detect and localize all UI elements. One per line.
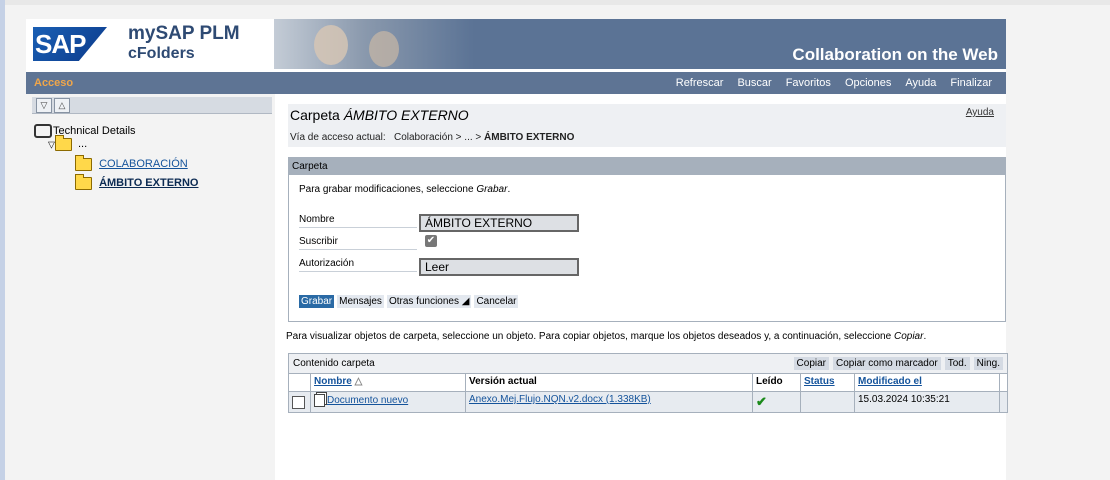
- collapse-all-icon[interactable]: △: [54, 98, 70, 113]
- tree-item-ambito-externo[interactable]: ÁMBITO EXTERNO: [75, 174, 198, 190]
- tree-panel: ▽ △ Technical Details ▽ ... COLABORACIÓN…: [26, 94, 275, 480]
- tree-parent[interactable]: ▽ ...: [48, 135, 88, 151]
- nombre-field[interactable]: ÁMBITO EXTERNO: [419, 214, 579, 232]
- binoculars-icon: [34, 124, 52, 138]
- view-instruction-text: Para visualizar objetos de carpeta, sele…: [286, 331, 894, 342]
- product-name: mySAP PLM: [128, 23, 240, 44]
- banner-photo: [274, 19, 474, 69]
- autorizacion-field[interactable]: Leer: [419, 258, 579, 276]
- select-none-button[interactable]: Ning.: [973, 357, 1003, 370]
- banner-tagline: Collaboration on the Web: [792, 45, 998, 64]
- table-row: Documento nuevo Anexo.Mej.Flujo.NQN.v2.d…: [289, 391, 1007, 412]
- help-link[interactable]: Ayuda: [966, 107, 994, 118]
- save-instruction: Para grabar modificaciones, seleccione G…: [299, 184, 511, 195]
- row-version-cell: Anexo.Mej.Flujo.NQN.v2.docx (1.338KB): [466, 392, 753, 412]
- mensajes-button[interactable]: Mensajes: [337, 295, 384, 308]
- nav-links: Refrescar Buscar Favoritos Opciones Ayud…: [676, 77, 992, 89]
- tree-item-colaboracion-link[interactable]: COLABORACIÓN: [99, 158, 188, 170]
- content-table-header: Contenido carpeta Copiar Copiar como mar…: [289, 354, 1007, 373]
- window-top-edge: [5, 0, 1110, 5]
- chevron-down-icon[interactable]: ▽: [48, 139, 55, 149]
- cfolders-page: SAP mySAP PLM cFolders Collaboration on …: [26, 19, 1008, 480]
- copiar-button[interactable]: Copiar: [793, 357, 830, 370]
- table-header-row: Nombre △ Versión actual Leído Status Mod…: [289, 373, 1007, 391]
- column-spacer: [1000, 374, 1007, 391]
- breadcrumb-label: Vía de acceso actual:: [290, 132, 386, 143]
- nav-favoritos[interactable]: Favoritos: [786, 77, 831, 89]
- carpeta-panel: Carpeta Para grabar modificaciones, sele…: [288, 157, 1006, 322]
- content-table-title: Contenido carpeta: [293, 358, 375, 369]
- read-check-icon: ✔: [756, 394, 767, 409]
- nav-bar: Acceso Refrescar Buscar Favoritos Opcion…: [26, 72, 1006, 94]
- nav-buscar[interactable]: Buscar: [737, 77, 771, 89]
- window-left-edge: [0, 0, 5, 480]
- sort-triangle-icon[interactable]: △: [355, 376, 363, 387]
- column-nombre-link[interactable]: Nombre: [314, 376, 352, 387]
- column-header-status[interactable]: Status: [801, 374, 855, 391]
- row-leido-cell: ✔: [753, 392, 801, 412]
- view-instruction: Para visualizar objetos de carpeta, sele…: [286, 331, 927, 342]
- breadcrumb: Vía de acceso actual: Colaboración > ...…: [290, 132, 574, 143]
- tree-root[interactable]: Technical Details: [34, 124, 136, 138]
- suscribir-label: Suscribir: [299, 236, 417, 250]
- breadcrumb-current: ÁMBITO EXTERNO: [484, 132, 575, 143]
- column-header-version: Versión actual: [466, 374, 753, 391]
- document-icon: [314, 394, 325, 407]
- page-title: Carpeta ÁMBITO EXTERNO: [290, 107, 469, 123]
- nav-finalizar[interactable]: Finalizar: [950, 77, 992, 89]
- grabar-button[interactable]: Grabar: [299, 295, 335, 308]
- row-nombre-cell: Documento nuevo: [311, 392, 466, 412]
- carpeta-panel-header: Carpeta: [289, 158, 1005, 175]
- column-header-modificado[interactable]: Modificado el: [855, 374, 1000, 391]
- copiar-marcador-button[interactable]: Copiar como marcador: [833, 357, 941, 370]
- nombre-label: Nombre: [299, 214, 417, 228]
- row-version-link[interactable]: Anexo.Mej.Flujo.NQN.v2.docx (1.338KB): [469, 394, 651, 405]
- tree-root-label: Technical Details: [53, 124, 136, 137]
- view-instruction-action: Copiar: [893, 331, 924, 342]
- nav-ayuda[interactable]: Ayuda: [905, 77, 936, 89]
- nav-refrescar[interactable]: Refrescar: [676, 77, 724, 89]
- autorizacion-label: Autorización: [299, 258, 417, 272]
- folder-icon: [54, 135, 72, 151]
- row-nombre-link[interactable]: Documento nuevo: [327, 395, 408, 406]
- logo-area: SAP mySAP PLM cFolders: [26, 19, 274, 69]
- expand-all-icon[interactable]: ▽: [36, 98, 52, 113]
- breadcrumb-path[interactable]: Colaboración > ... >: [394, 132, 481, 143]
- table-actions: Copiar Copiar como marcador Tod. Ning.: [793, 357, 1003, 370]
- page-title-prefix: Carpeta: [290, 107, 344, 123]
- column-header-nombre[interactable]: Nombre △: [311, 374, 466, 391]
- otras-funciones-button[interactable]: Otras funciones ◢: [386, 295, 472, 308]
- tree-toolbar: ▽ △: [32, 97, 272, 114]
- content-table: Contenido carpeta Copiar Copiar como mar…: [288, 353, 1008, 413]
- row-spacer: [1000, 392, 1007, 412]
- carpeta-buttons: Grabar Mensajes Otras funciones ◢ Cancel…: [299, 295, 519, 308]
- save-instruction-text: Para grabar modificaciones, seleccione: [299, 184, 477, 195]
- column-header-leido: Leído: [753, 374, 801, 391]
- suscribir-checkbox[interactable]: ✔: [425, 235, 437, 247]
- banner-person: [314, 25, 348, 65]
- select-column-header: [289, 374, 311, 391]
- title-box: Carpeta ÁMBITO EXTERNO Ayuda Vía de acce…: [288, 104, 1006, 147]
- save-instruction-action: Grabar: [476, 184, 508, 195]
- tree-item-ambito-externo-link[interactable]: ÁMBITO EXTERNO: [99, 177, 198, 189]
- select-all-button[interactable]: Tod.: [944, 357, 970, 370]
- open-folder-icon: [75, 174, 92, 190]
- row-checkbox[interactable]: [292, 396, 305, 409]
- page-title-name: ÁMBITO EXTERNO: [343, 107, 469, 123]
- product-subname: cFolders: [128, 45, 195, 62]
- row-select-cell: [289, 392, 311, 412]
- column-status-link[interactable]: Status: [804, 376, 835, 387]
- banner-person: [369, 31, 399, 67]
- tree-parent-label: ...: [77, 138, 88, 151]
- banner: SAP mySAP PLM cFolders Collaboration on …: [26, 19, 1006, 69]
- row-modificado-cell: 15.03.2024 10:35:21: [855, 392, 1000, 412]
- nav-opciones[interactable]: Opciones: [845, 77, 891, 89]
- tree-item-colaboracion[interactable]: COLABORACIÓN: [75, 155, 188, 171]
- acceso-label[interactable]: Acceso: [34, 77, 73, 89]
- column-modificado-link[interactable]: Modificado el: [858, 376, 922, 387]
- sap-logo: SAP: [33, 27, 107, 61]
- row-status-cell: [801, 392, 855, 412]
- cancelar-button[interactable]: Cancelar: [474, 295, 519, 308]
- folder-icon: [75, 155, 92, 171]
